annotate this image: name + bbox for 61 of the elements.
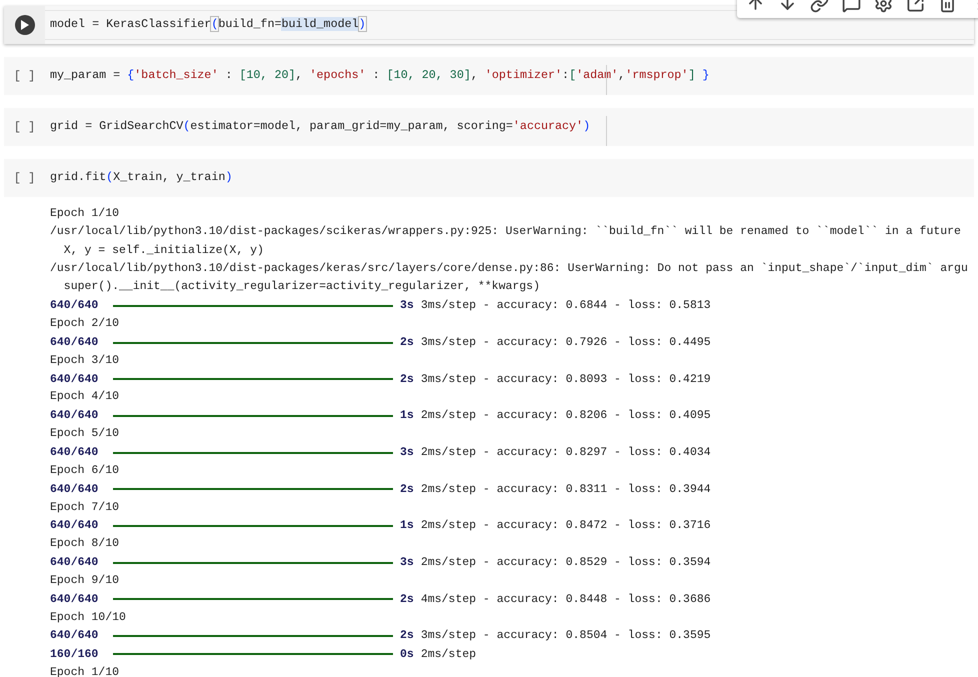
elapsed-time: 1s bbox=[400, 518, 414, 534]
run-cell-button[interactable] bbox=[14, 15, 34, 35]
elapsed-time: 2s bbox=[400, 628, 414, 644]
output-line: Epoch 10/10 bbox=[50, 610, 127, 626]
step-count: 640/640 bbox=[50, 592, 100, 608]
elapsed-time: 3s bbox=[400, 445, 414, 462]
step-count: 640/640 bbox=[50, 518, 100, 534]
run-cell-button[interactable]: [ ] bbox=[14, 118, 36, 136]
step-count: 640/640 bbox=[50, 628, 100, 644]
step-count: 640/640 bbox=[50, 372, 100, 388]
step-count: 640/640 bbox=[50, 482, 100, 498]
output-line: super().__init__(activity_regularizer=activity_regularizer, **kwargs) bbox=[62, 279, 541, 296]
elapsed-time: 2s bbox=[400, 592, 414, 608]
step-metrics: 3ms/step - accuracy: 0.7926 - loss: 0.4495 bbox=[420, 334, 711, 351]
step-metrics: 2ms/step - accuracy: 0.8297 - loss: 0.4034 bbox=[420, 445, 711, 462]
code-line: grid.fit(X_train, y_train) bbox=[50, 169, 232, 186]
code-cell[interactable]: model = KerasClassifier(build_fn=build_model) bbox=[4, 6, 974, 44]
code-cell[interactable]: [ ] grid = GridSearchCV(estimator=model, param_grid=my_param, scoring='accuracy') bbox=[4, 108, 974, 146]
elapsed-time: 2s bbox=[400, 482, 414, 498]
run-cell-button[interactable]: [ ] bbox=[14, 169, 36, 187]
step-count: 640/640 bbox=[50, 445, 100, 462]
output-line: Epoch 3/10 bbox=[50, 352, 120, 369]
code-cell[interactable]: [ ] my_param = {'batch_size' : [10, 20], 'epochs' : [10, 20, 30], 'optimizer':['adam','rmsprop'] } bbox=[4, 57, 974, 95]
code-line: model = KerasClassifier(build_fn=build_model) bbox=[50, 16, 366, 34]
output-line: Epoch 2/10 bbox=[50, 316, 120, 332]
step-count: 640/640 bbox=[50, 334, 100, 351]
run-cell-button[interactable]: [ ] bbox=[14, 67, 36, 85]
step-count: 640/640 bbox=[50, 555, 100, 572]
output-line: /usr/local/lib/python3.10/dist-packages/scikeras/wrappers.py:925: UserWarning: ``build_fn`` will be renamed to ``model`` in a future bbox=[50, 224, 962, 240]
elapsed-time: 1s bbox=[400, 408, 414, 424]
output-line: Epoch 1/10 bbox=[50, 206, 120, 222]
step-count: 640/640 bbox=[50, 298, 100, 314]
output-line: Epoch 4/10 bbox=[50, 389, 120, 406]
code-line: grid = GridSearchCV(estimator=model, param_grid=my_param, scoring='accuracy') bbox=[50, 118, 590, 136]
elapsed-time: 2s bbox=[400, 372, 414, 388]
elapsed-time: 0s bbox=[400, 646, 414, 663]
output-line: /usr/local/lib/python3.10/dist-packages/keras/src/layers/core/dense.py:86: UserWarning: Do not pass an `input_shape`/`input_dim` argu bbox=[50, 261, 969, 278]
step-metrics: 3ms/step - accuracy: 0.8504 - loss: 0.3595 bbox=[420, 628, 711, 644]
step-count: 640/640 bbox=[50, 408, 100, 424]
step-metrics: 2ms/step - accuracy: 0.8206 - loss: 0.4095 bbox=[420, 408, 711, 424]
output-line: Epoch 5/10 bbox=[50, 426, 120, 442]
code-cell[interactable]: [ ] grid.fit(X_train, y_train) bbox=[4, 159, 974, 197]
output-line: X, y = self._initialize(X, y) bbox=[62, 242, 265, 259]
step-metrics: 2ms/step - accuracy: 0.8529 - loss: 0.3594 bbox=[420, 555, 711, 572]
step-metrics: 2ms/step - accuracy: 0.8472 - loss: 0.3716 bbox=[420, 518, 711, 534]
step-metrics: 2ms/step bbox=[420, 646, 476, 663]
step-count: 160/160 bbox=[50, 646, 100, 663]
step-metrics: 4ms/step - accuracy: 0.8448 - loss: 0.3686 bbox=[420, 592, 711, 608]
output-line: Epoch 6/10 bbox=[50, 462, 120, 479]
elapsed-time: 2s bbox=[400, 334, 414, 351]
output-line: Epoch 8/10 bbox=[50, 536, 120, 552]
step-metrics: 3ms/step - accuracy: 0.8093 - loss: 0.4219 bbox=[420, 372, 711, 388]
output-line: Epoch 7/10 bbox=[50, 500, 120, 516]
elapsed-time: 3s bbox=[400, 298, 414, 314]
play-icon bbox=[20, 20, 28, 30]
output-line: Epoch 9/10 bbox=[50, 572, 120, 589]
code-line: my_param = {'batch_size' : [10, 20], 'epochs' : [10, 20, 30], 'optimizer':['adam','rmsprop'] } bbox=[50, 67, 710, 84]
elapsed-time: 3s bbox=[400, 555, 414, 572]
step-metrics: 3ms/step - accuracy: 0.6844 - loss: 0.5813 bbox=[420, 298, 711, 314]
step-metrics: 2ms/step - accuracy: 0.8311 - loss: 0.3944 bbox=[420, 482, 711, 498]
output-line: Epoch 1/10 bbox=[50, 664, 120, 677]
